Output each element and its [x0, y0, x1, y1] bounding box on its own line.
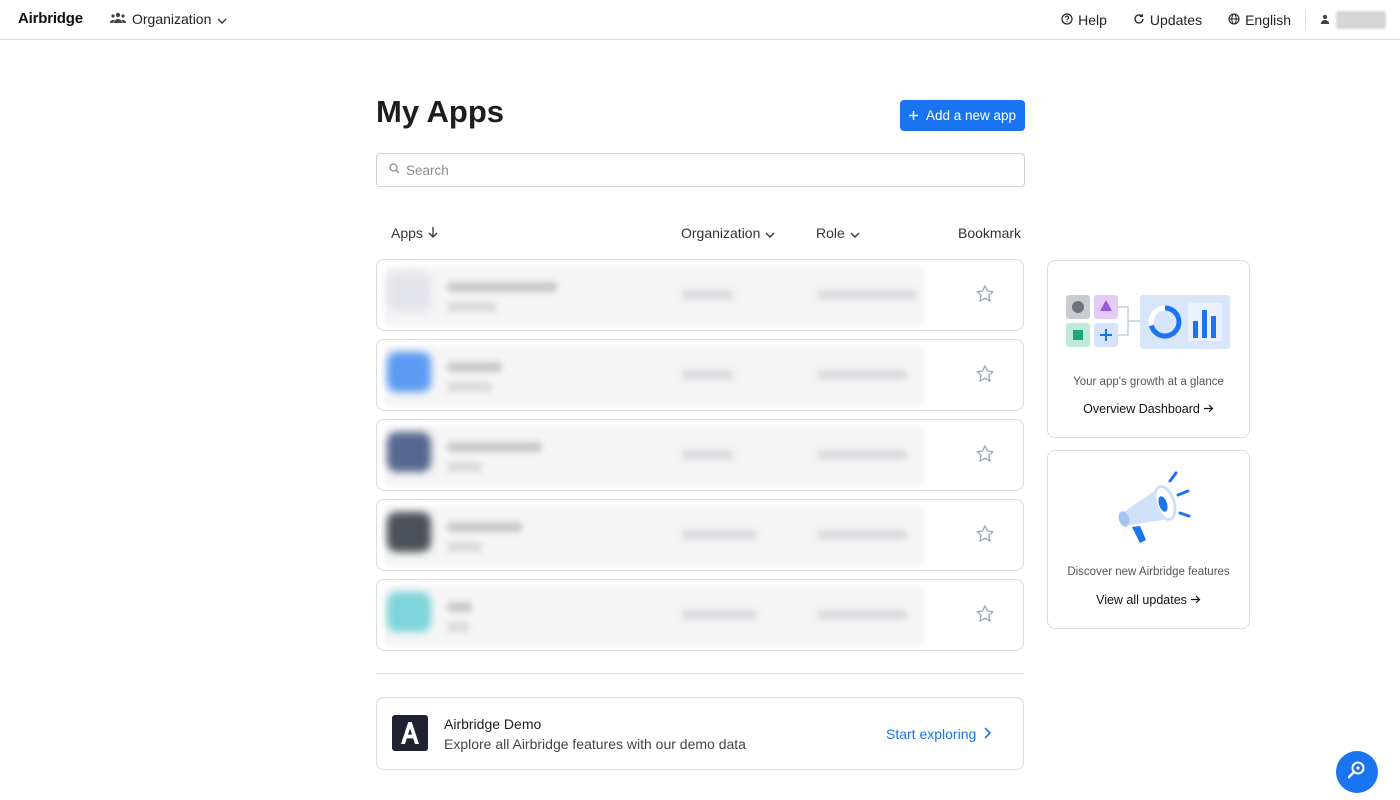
redacted-app-id: [447, 302, 497, 312]
app-row[interactable]: [376, 579, 1024, 651]
bookmark-star-icon[interactable]: [975, 444, 995, 469]
dashboard-illustration-icon: [1066, 293, 1232, 360]
arrow-right-icon: [1190, 593, 1201, 607]
app-row[interactable]: [376, 259, 1024, 331]
refresh-icon: [1133, 12, 1145, 28]
app-icon: [387, 272, 431, 312]
user-menu[interactable]: [1320, 11, 1386, 29]
redacted-app-id: [447, 542, 482, 552]
search-icon: [389, 161, 400, 179]
redacted-app-name: [447, 602, 472, 612]
search-help-icon: [1347, 760, 1367, 785]
overview-dashboard-link[interactable]: Overview Dashboard: [1048, 402, 1249, 416]
bookmark-star-icon[interactable]: [975, 604, 995, 629]
redacted-app-id: [447, 462, 482, 472]
redacted-role: [817, 370, 907, 380]
help-search-fab-button[interactable]: [1336, 751, 1378, 793]
view-all-updates-link[interactable]: View all updates: [1048, 593, 1249, 607]
updates-label: Updates: [1149, 12, 1203, 28]
plus-icon: [908, 108, 918, 123]
redacted-role: [817, 450, 907, 460]
megaphone-icon: [1114, 471, 1194, 552]
redacted-role: [817, 530, 907, 540]
search-field[interactable]: [376, 153, 1025, 187]
organization-switcher-label: Organization: [132, 11, 212, 27]
column-header-role-label: Role: [816, 225, 845, 241]
app-icon: [387, 432, 431, 472]
updates-card[interactable]: Discover new Airbridge features View all…: [1047, 450, 1250, 629]
section-divider: [376, 673, 1024, 674]
dashboard-description: Your app's growth at a glance: [1073, 376, 1224, 388]
redacted-app-id: [447, 382, 492, 392]
column-header-bookmark: Bookmark: [958, 225, 1021, 241]
demo-app-subtitle: Explore all Airbridge features with our …: [444, 736, 746, 752]
chevron-down-icon: [217, 11, 227, 27]
user-name-redacted: [1336, 11, 1386, 29]
demo-app-card[interactable]: Airbridge Demo Explore all Airbridge fea…: [376, 697, 1024, 770]
search-input[interactable]: [406, 162, 986, 178]
start-exploring-link[interactable]: Start exploring: [886, 726, 992, 742]
redacted-organization: [682, 610, 757, 620]
demo-app-title: Airbridge Demo: [444, 716, 542, 732]
app-icon: [387, 592, 431, 632]
chevron-down-icon: [850, 225, 860, 241]
updates-description: Discover new Airbridge features: [1067, 566, 1230, 578]
language-label: English: [1245, 12, 1291, 28]
redacted-app-name: [447, 442, 542, 452]
column-header-apps-label: Apps: [391, 225, 423, 241]
overview-dashboard-card[interactable]: Your app's growth at a glance Overview D…: [1047, 260, 1250, 438]
app-icon: [387, 352, 431, 392]
chevron-right-icon: [984, 726, 992, 742]
column-header-organization-label: Organization: [681, 225, 761, 241]
arrow-right-icon: [1203, 402, 1214, 416]
top-navigation-bar: Airbridge Organization Help Updates Engl…: [0, 0, 1400, 40]
help-icon: [1061, 12, 1073, 28]
people-icon: [110, 11, 126, 27]
page-title: My Apps: [376, 94, 505, 129]
column-header-organization[interactable]: Organization: [681, 225, 775, 241]
redacted-role: [817, 290, 917, 300]
airbridge-logo[interactable]: Airbridge: [18, 10, 83, 27]
column-header-apps[interactable]: Apps: [391, 225, 438, 241]
redacted-organization: [682, 530, 757, 540]
globe-icon: [1228, 12, 1240, 28]
redacted-organization: [682, 370, 734, 380]
redacted-role: [817, 610, 907, 620]
app-icon: [387, 512, 431, 552]
help-link[interactable]: Help: [1061, 12, 1107, 28]
chevron-down-icon: [765, 225, 775, 241]
redacted-app-name: [447, 522, 522, 532]
app-row[interactable]: [376, 339, 1024, 411]
redacted-app-id: [447, 622, 469, 632]
app-row[interactable]: [376, 419, 1024, 491]
language-selector[interactable]: English: [1228, 12, 1291, 28]
redacted-organization: [682, 290, 734, 300]
arrow-down-icon: [428, 225, 438, 241]
add-new-app-button[interactable]: Add a new app: [900, 100, 1025, 131]
view-all-updates-label: View all updates: [1096, 593, 1187, 607]
nav-divider: [1305, 10, 1306, 30]
organization-switcher[interactable]: Organization: [110, 11, 227, 27]
add-new-app-label: Add a new app: [925, 108, 1017, 123]
overview-dashboard-label: Overview Dashboard: [1083, 402, 1200, 416]
redacted-app-name: [447, 362, 502, 372]
column-header-bookmark-label: Bookmark: [958, 225, 1022, 241]
app-row[interactable]: [376, 499, 1024, 571]
redacted-organization: [682, 450, 734, 460]
user-icon: [1320, 11, 1330, 29]
bookmark-star-icon[interactable]: [975, 524, 995, 549]
bookmark-star-icon[interactable]: [975, 284, 995, 309]
start-exploring-label: Start exploring: [886, 726, 977, 742]
updates-link[interactable]: Updates: [1133, 12, 1202, 28]
column-header-role[interactable]: Role: [816, 225, 860, 241]
redacted-app-name: [447, 282, 557, 292]
airbridge-demo-logo-icon: [392, 715, 428, 751]
bookmark-star-icon[interactable]: [975, 364, 995, 389]
help-label: Help: [1078, 12, 1107, 28]
